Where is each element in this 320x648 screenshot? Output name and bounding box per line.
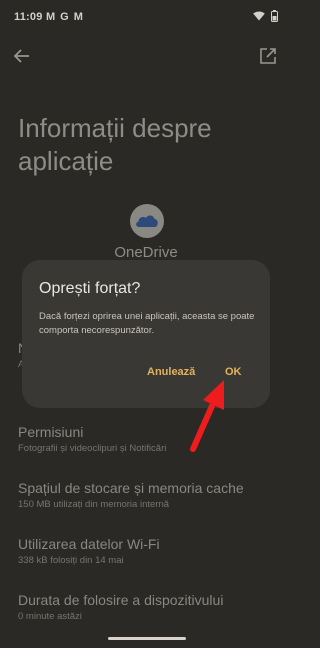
- settings-item-wifi-data[interactable]: Utilizarea datelor Wi-Fi 338 kB folosiți…: [18, 536, 278, 566]
- setting-title: Utilizarea datelor Wi-Fi: [18, 536, 160, 552]
- back-button[interactable]: [10, 44, 34, 68]
- battery-icon: [271, 10, 278, 22]
- status-time: 11:09: [14, 11, 43, 23]
- setting-title: Durata de folosire a dispozitivului: [18, 592, 224, 608]
- gmail-notification-icon: M: [73, 11, 83, 23]
- app-name: OneDrive: [114, 244, 178, 261]
- google-notification-icon: G: [60, 11, 69, 23]
- annotation-arrow-icon: [190, 380, 224, 452]
- setting-subtitle: 338 kB folosiți din 14 mai: [18, 555, 124, 566]
- app-icon: [130, 204, 164, 238]
- dialog-message: Dacă forțezi oprirea unei aplicații, ace…: [39, 311, 255, 336]
- home-indicator[interactable]: [108, 637, 186, 640]
- open-app-button[interactable]: [256, 44, 280, 68]
- setting-title: Spațiul de stocare și memoria cache: [18, 480, 244, 496]
- dialog-title: Oprești forțat?: [39, 280, 141, 297]
- arrow-left-icon: [13, 49, 29, 63]
- wifi-icon: [253, 11, 265, 21]
- system-icons: [253, 10, 278, 22]
- gmail-notification-icon: M: [46, 11, 56, 23]
- status-bar: 11:09 M G M: [0, 0, 292, 34]
- notification-icons: M G M: [46, 11, 83, 23]
- setting-title: Permisiuni: [18, 424, 84, 440]
- setting-subtitle: Fotografii și videoclipuri și Notificări: [18, 443, 167, 454]
- page-title: Informații despre aplicație: [18, 113, 212, 176]
- settings-item-screen-time[interactable]: Durata de folosire a dispozitivului 0 mi…: [18, 592, 278, 622]
- setting-subtitle: 150 MB utilizați din memoria internă: [18, 499, 170, 510]
- setting-subtitle: 0 minute astăzi: [18, 611, 82, 622]
- settings-item-permissions[interactable]: Permisiuni Fotografii și videoclipuri și…: [18, 424, 278, 454]
- settings-item-storage[interactable]: Spațiul de stocare și memoria cache 150 …: [18, 480, 278, 510]
- open-external-icon: [260, 48, 276, 64]
- onedrive-cloud-icon: [136, 215, 158, 227]
- top-app-bar: [0, 42, 292, 72]
